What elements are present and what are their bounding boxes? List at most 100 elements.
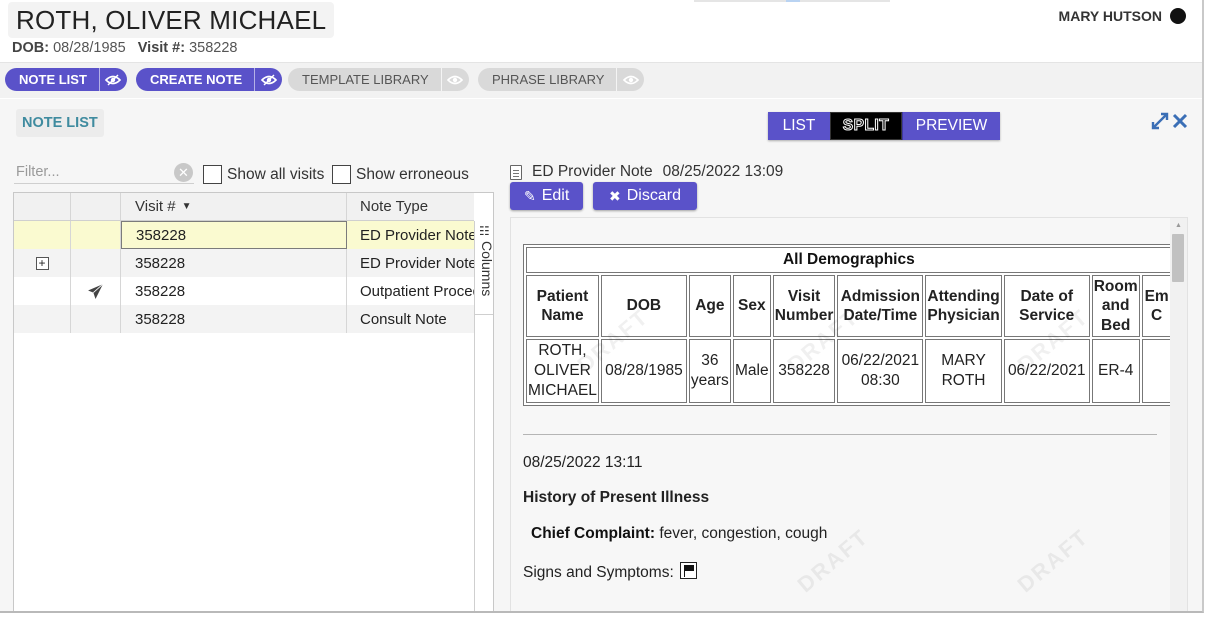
expand-icon[interactable] [1150, 111, 1170, 137]
edit-icon: ✎ [524, 187, 536, 204]
create-note-pill[interactable]: CREATE NOTE [136, 68, 283, 91]
preview-scrollbar[interactable]: ▲ [1170, 218, 1187, 611]
create-note-eye-icon[interactable] [254, 68, 282, 91]
clear-filter-icon[interactable]: ✕ [174, 163, 193, 182]
window-controls [1150, 111, 1189, 137]
main-panel: NOTE LIST LIST SPLIT PREVIEW ✕ Show all … [0, 99, 1202, 611]
show-all-visits-label: Show all visits [227, 165, 325, 183]
draft-watermark: DRAFT [1012, 523, 1094, 598]
demo-header-cell: Visit Number [772, 275, 836, 337]
hpi-heading: History of Present Illness [523, 489, 710, 506]
template-library-eye-icon[interactable] [440, 68, 469, 91]
row-note-type-cell[interactable]: Consult Note [347, 305, 474, 333]
body-datetime: 08/25/2022 13:11 [523, 454, 643, 471]
discard-label: Discard [626, 187, 681, 204]
demographics-caption: All Demographics [526, 247, 1171, 273]
row-status-cell [71, 277, 121, 305]
note-preview-content: All Demographics Patient Name DOB Age Se… [511, 218, 1171, 611]
demo-value-cell: ER-4 [1091, 339, 1140, 403]
user-badge[interactable]: MARY HUTSON [1059, 8, 1186, 24]
demo-header-cell: Sex [732, 275, 771, 337]
note-list-eye-icon[interactable] [98, 68, 127, 91]
view-split-button[interactable]: SPLIT [830, 112, 902, 140]
note-datetime: 08/25/2022 13:09 [662, 163, 784, 180]
table-row[interactable]: + 358228 ED Provider Note [14, 249, 474, 277]
columns-tab-label: Columns [479, 241, 494, 297]
view-list-button[interactable]: LIST [768, 112, 830, 140]
scroll-up-icon[interactable]: ▲ [1175, 222, 1182, 229]
chief-complaint: Chief Complaint: fever, congestion, coug… [531, 525, 827, 543]
row-note-type-cell[interactable]: Outpatient Procedure [347, 277, 474, 305]
phrase-library-pill[interactable]: PHRASE LIBRARY [478, 68, 645, 91]
row-status-cell [71, 221, 121, 249]
edit-label: Edit [541, 187, 570, 204]
patient-meta: DOB: 08/28/1985 Visit #: 358228 [12, 40, 237, 56]
phrase-library-button[interactable]: PHRASE LIBRARY [478, 68, 616, 91]
send-icon [88, 283, 104, 299]
row-visit-cell[interactable]: 358228 [121, 221, 347, 249]
show-all-visits-checkbox[interactable] [203, 165, 222, 184]
close-icon[interactable] [1171, 111, 1189, 137]
columns-grid-icon: ☷ [479, 224, 490, 238]
row-visit-cell[interactable]: 358228 [121, 305, 347, 333]
visit-column-label: Visit # [135, 198, 176, 215]
table-row[interactable]: 358228 Outpatient Procedure [14, 277, 474, 305]
patient-name: ROTH, OLIVER MICHAEL [8, 2, 335, 38]
note-grid: Visit # ▼ Note Type 358228 ED Provider N… [13, 192, 494, 611]
row-expand-cell: + [14, 249, 71, 277]
toolbar: NOTE LIST CREATE NOTE TEMPLATE LIBRARY P… [0, 62, 1202, 98]
edit-button[interactable]: ✎ Edit [510, 182, 584, 210]
filter-sort-icon[interactable]: ▼ [182, 201, 192, 212]
demo-header-cell: Date of Service [1003, 275, 1090, 337]
view-preview-button[interactable]: PREVIEW [902, 112, 1000, 140]
table-row[interactable]: 358228 Consult Note [14, 305, 474, 333]
note-list-button[interactable]: NOTE LIST [5, 68, 99, 91]
filter-input[interactable] [14, 162, 164, 182]
row-status-cell [71, 305, 121, 333]
template-library-pill[interactable]: TEMPLATE LIBRARY [288, 68, 469, 91]
user-name: MARY HUTSON [1058, 8, 1162, 24]
section-divider [523, 434, 1157, 435]
show-erroneous-toggle[interactable]: Show erroneous [332, 165, 469, 184]
demo-header-cell: Attending Physician [925, 275, 1002, 337]
discard-icon: ✖ [609, 187, 621, 204]
row-visit-cell[interactable]: 358228 [121, 249, 347, 277]
grid-divider [474, 315, 475, 611]
demo-value-cell: MARY ROTH [925, 339, 1002, 403]
signs-symptoms: Signs and Symptoms: [523, 562, 698, 582]
row-visit-cell[interactable]: 358228 [121, 277, 347, 305]
note-preview-pane[interactable]: All Demographics Patient Name DOB Age Se… [510, 217, 1188, 611]
table-row[interactable]: 358228 ED Provider Note [14, 221, 474, 249]
phrase-library-eye-icon[interactable] [616, 68, 644, 91]
row-expand-cell [14, 221, 71, 249]
top-progress-line [694, 0, 890, 2]
show-all-visits-toggle[interactable]: Show all visits [203, 165, 324, 184]
demo-value-cell [1141, 339, 1171, 403]
demo-value-cell: 06/22/2021 [1003, 339, 1090, 403]
demo-value-cell: ROTH, OLIVER MICHAEL [526, 339, 599, 403]
app-window: ROTH, OLIVER MICHAEL DOB: 08/28/1985 Vis… [0, 0, 1204, 613]
template-library-button[interactable]: TEMPLATE LIBRARY [288, 68, 441, 91]
row-note-type-cell[interactable]: ED Provider Note [347, 221, 474, 249]
note-list-pill[interactable]: NOTE LIST [5, 68, 127, 91]
row-expand-cell [14, 277, 71, 305]
scrollbar-thumb[interactable] [1172, 234, 1184, 282]
discard-button[interactable]: ✖ Discard [593, 182, 697, 210]
row-note-type-cell[interactable]: ED Provider Note [347, 249, 474, 277]
columns-panel-tab[interactable]: ☷ Columns [474, 221, 494, 315]
document-icon [510, 164, 522, 180]
dob-value: 08/28/1985 [53, 40, 126, 56]
flag-icon[interactable] [680, 562, 698, 579]
grid-header-note-type[interactable]: Note Type [347, 193, 474, 220]
expand-row-icon[interactable]: + [35, 256, 49, 270]
user-status-icon [1170, 8, 1186, 24]
note-title: ED Provider Note [532, 163, 653, 180]
demo-value-cell: 08/28/1985 [600, 339, 687, 403]
demographics-table: All Demographics Patient Name DOB Age Se… [523, 244, 1171, 406]
create-note-button[interactable]: CREATE NOTE [136, 68, 254, 91]
demo-header-cell: Em C [1141, 275, 1171, 337]
row-expand-cell [14, 305, 71, 333]
visit-value: 358228 [189, 40, 238, 56]
grid-header-visit[interactable]: Visit # ▼ [121, 193, 347, 220]
show-erroneous-checkbox[interactable] [332, 165, 351, 184]
